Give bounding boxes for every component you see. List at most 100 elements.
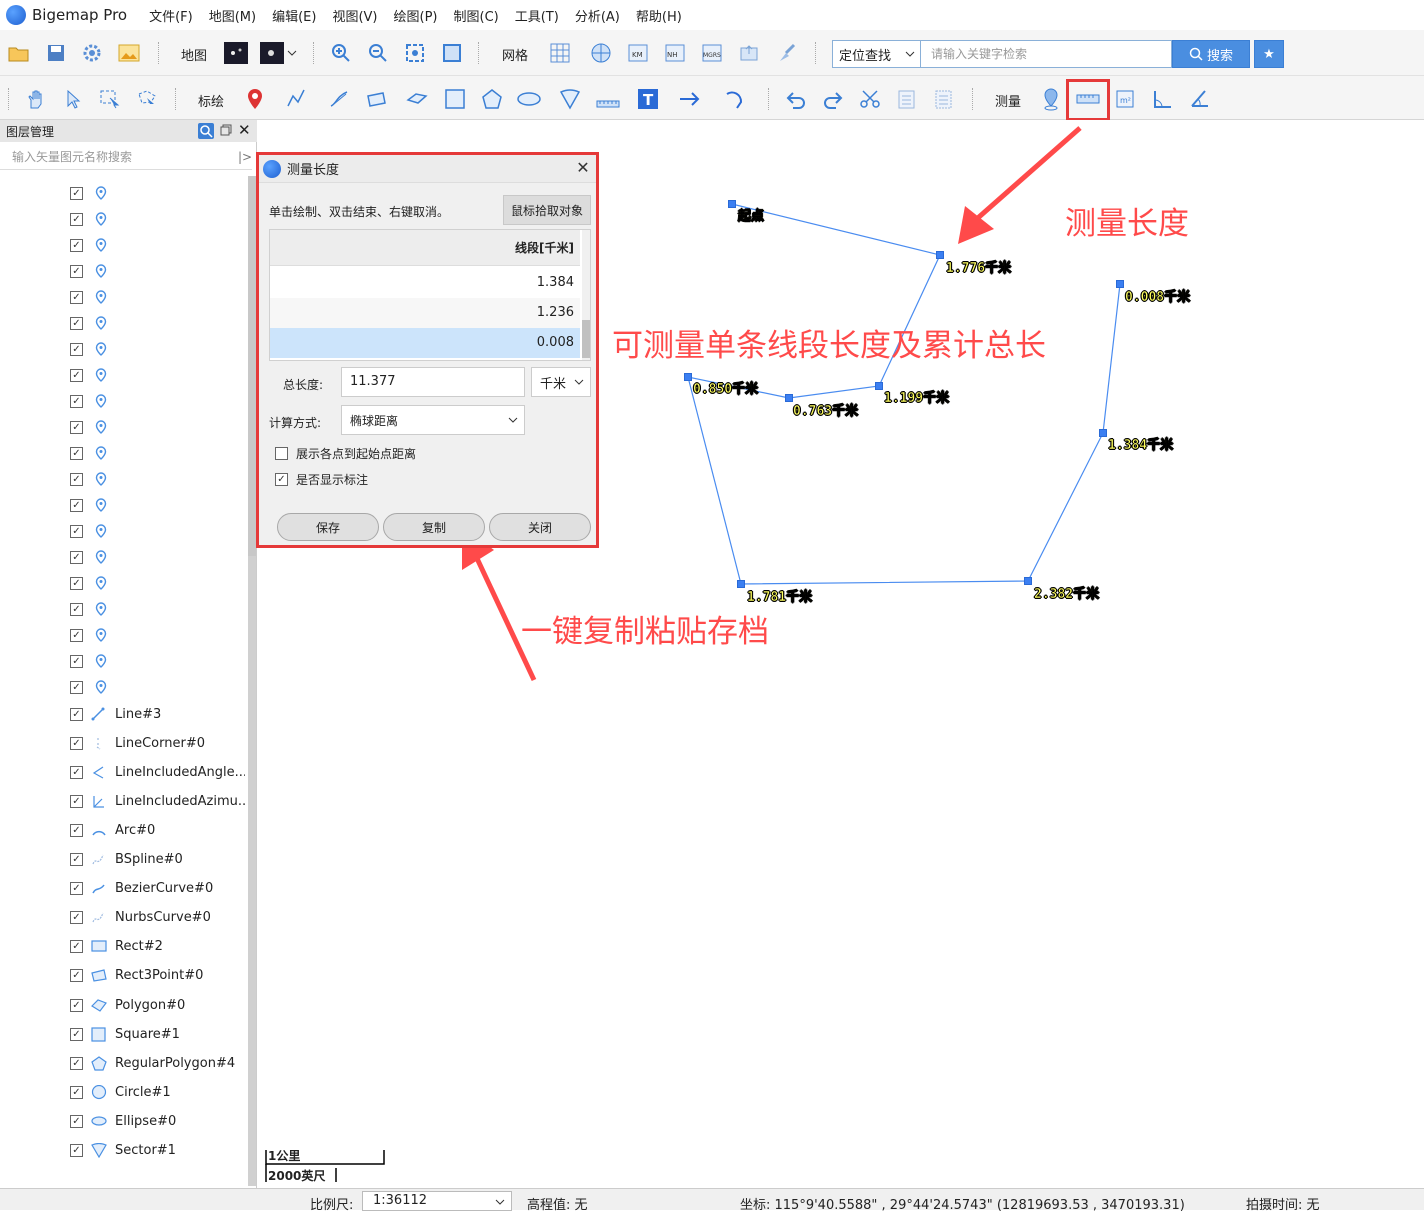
layer-visibility-checkbox[interactable]: ✓ [70, 853, 83, 866]
layer-row[interactable]: ✓ BezierCurve#0 [70, 879, 213, 899]
ellipse-icon[interactable] [517, 88, 541, 110]
layer-visibility-checkbox[interactable]: ✓ [70, 882, 83, 896]
chevron-right-icon[interactable]: |> [238, 150, 252, 164]
layer-row[interactable]: ✓ LineCorner#0 [70, 733, 205, 753]
ruler-icon[interactable] [596, 88, 620, 110]
scale-select[interactable]: 1:36112 [362, 1191, 512, 1211]
box-select-icon[interactable] [98, 88, 122, 110]
polyline-icon[interactable] [285, 88, 309, 110]
locate-select[interactable]: 定位查找 [832, 40, 920, 68]
layer-row-point[interactable]: ✓ [70, 391, 107, 411]
select-arrow-icon[interactable] [61, 88, 85, 110]
layer-row-point[interactable]: ✓ [70, 625, 107, 645]
layer-row[interactable]: ✓ Line#3 [70, 704, 161, 724]
menu-edit[interactable]: 编辑(E) [264, 6, 324, 25]
calc-method-select[interactable]: 椭球距离 [341, 405, 525, 435]
layer-visibility-checkbox[interactable]: ✓ [70, 368, 83, 382]
open-folder-icon[interactable] [7, 42, 31, 64]
measure-angle-icon[interactable] [1150, 88, 1174, 110]
km-grid-icon[interactable]: KM [626, 42, 650, 64]
map-layer-icon[interactable] [260, 42, 284, 64]
layer-visibility-checkbox[interactable]: ✓ [70, 342, 83, 356]
menu-analysis[interactable]: 分析(A) [567, 6, 628, 25]
layer-visibility-checkbox[interactable]: ✓ [70, 472, 83, 486]
unit-select[interactable]: 千米 [531, 367, 591, 397]
polygon-select-icon[interactable] [135, 88, 159, 110]
save-icon[interactable] [44, 42, 68, 64]
layer-visibility-checkbox[interactable]: ✓ [70, 290, 83, 304]
layer-visibility-checkbox[interactable]: ✓ [70, 394, 83, 408]
layer-row[interactable]: ✓ Ellipse#0 [70, 1111, 176, 1131]
layer-row-point[interactable]: ✓ [70, 313, 107, 333]
menu-draw[interactable]: 绘图(P) [386, 6, 446, 25]
pick-object-button[interactable]: 鼠标拾取对象 [503, 195, 591, 225]
layer-row-point[interactable]: ✓ [70, 261, 107, 281]
favorite-star-icon[interactable]: ★ [1254, 40, 1284, 68]
layer-visibility-checkbox[interactable]: ✓ [70, 186, 83, 200]
layer-visibility-checkbox[interactable]: ✓ [70, 940, 83, 954]
layer-row-point[interactable]: ✓ [70, 677, 107, 697]
measure-area-icon[interactable]: m² [1113, 88, 1137, 110]
layer-row-point[interactable]: ✓ [70, 235, 107, 255]
menu-tools[interactable]: 工具(T) [507, 6, 567, 25]
layer-row-point[interactable]: ✓ [70, 521, 107, 541]
layer-visibility-checkbox[interactable]: ✓ [70, 1144, 83, 1157]
layer-row[interactable]: ✓ Rect#2 [70, 937, 163, 957]
layer-row-point[interactable]: ✓ [70, 443, 107, 463]
close-icon[interactable]: ✕ [238, 122, 252, 138]
table-scrollbar-thumb[interactable] [582, 320, 590, 358]
layer-row[interactable]: ✓ Square#1 [70, 1024, 180, 1044]
layer-visibility-checkbox[interactable]: ✓ [70, 680, 83, 694]
layer-visibility-checkbox[interactable]: ✓ [70, 602, 83, 616]
layer-row-point[interactable]: ✓ [70, 651, 107, 671]
layer-row[interactable]: ✓ RegularPolygon#4 [70, 1053, 235, 1073]
layer-visibility-checkbox[interactable]: ✓ [70, 446, 83, 460]
pentagon-icon[interactable] [480, 88, 504, 110]
export-icon[interactable] [737, 42, 761, 64]
table-row[interactable]: 1.384 [270, 268, 580, 298]
layer-search-input[interactable]: 输入矢量图元名称搜索 [0, 144, 252, 170]
layer-row[interactable]: ✓ Rect3Point#0 [70, 966, 203, 986]
text-icon[interactable]: T [636, 88, 660, 110]
undo-icon[interactable] [784, 88, 808, 110]
copy-doc-icon[interactable] [895, 88, 919, 110]
layer-visibility-checkbox[interactable]: ✓ [70, 1085, 83, 1099]
redo-icon[interactable] [821, 88, 845, 110]
search-button[interactable]: 搜索 [1172, 40, 1250, 68]
pan-hand-icon[interactable] [24, 88, 48, 110]
arc-icon[interactable] [722, 88, 746, 110]
menu-view[interactable]: 视图(V) [324, 6, 385, 25]
restore-icon[interactable] [220, 124, 232, 136]
layer-visibility-checkbox[interactable]: ✓ [70, 1114, 83, 1128]
nh-grid-icon[interactable]: NH [663, 42, 687, 64]
layer-row[interactable]: ✓ Polygon#0 [70, 995, 185, 1015]
show-label-checkbox[interactable]: ✓ [275, 473, 288, 486]
dialog-title-bar[interactable]: 测量长度 [259, 155, 596, 183]
square-icon[interactable] [443, 88, 467, 110]
layer-row-point[interactable]: ✓ [70, 209, 107, 229]
layer-row[interactable]: ✓ Circle#1 [70, 1082, 171, 1102]
zoom-extent-icon[interactable] [403, 42, 427, 64]
menu-help[interactable]: 帮助(H) [628, 6, 690, 25]
rectangle-tilted-icon[interactable] [364, 88, 388, 110]
globe-grid-icon[interactable] [589, 42, 613, 64]
close-button[interactable]: 关闭 [489, 513, 591, 541]
layer-visibility-checkbox[interactable]: ✓ [70, 576, 83, 590]
fullscreen-icon[interactable] [440, 42, 464, 64]
layer-row[interactable]: ✓ BSpline#0 [70, 850, 183, 870]
image-icon[interactable] [117, 42, 141, 64]
show-distance-checkbox-row[interactable]: 展示各点到起始点距离 [275, 445, 416, 462]
layer-row-point[interactable]: ✓ [70, 495, 107, 515]
layer-visibility-checkbox[interactable]: ✓ [70, 420, 83, 434]
layer-visibility-checkbox[interactable]: ✓ [70, 911, 83, 925]
menu-map[interactable]: 地图(M) [201, 6, 264, 25]
marker-pin-icon[interactable] [243, 88, 267, 110]
sector-icon[interactable] [558, 88, 582, 110]
arrow-icon[interactable] [678, 88, 702, 110]
layer-visibility-checkbox[interactable]: ✓ [70, 736, 83, 750]
save-button[interactable]: 保存 [277, 513, 379, 541]
settings-gear-icon[interactable] [80, 42, 104, 64]
layer-row-point[interactable]: ✓ [70, 599, 107, 619]
clear-brush-icon[interactable] [775, 42, 799, 64]
segment-column-header[interactable]: 线段[千米] [270, 230, 580, 266]
